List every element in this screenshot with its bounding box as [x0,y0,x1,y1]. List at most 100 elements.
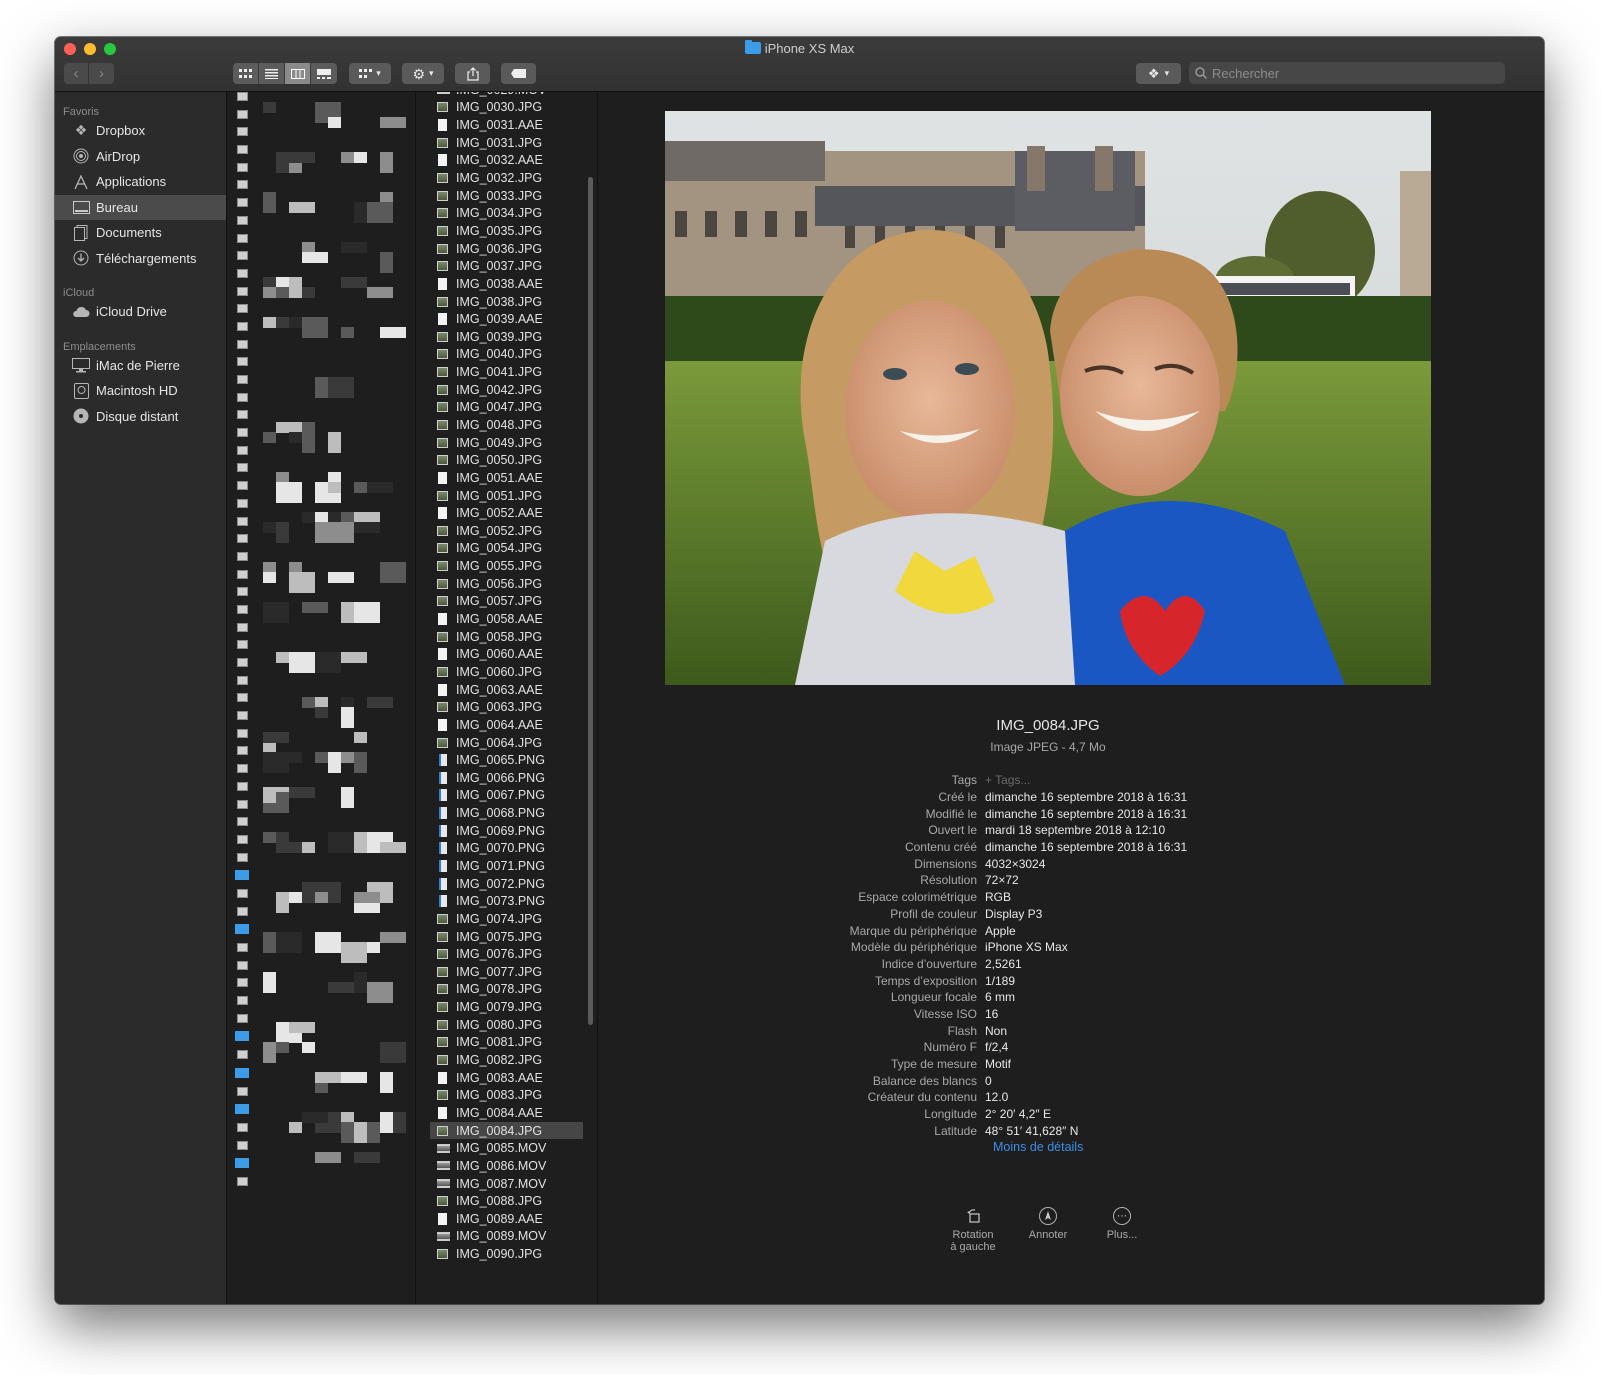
file-row[interactable]: IMG_0052.AAE [430,504,583,522]
file-row[interactable]: IMG_0031.JPG [430,134,583,152]
file-row[interactable]: IMG_0085.MOV [430,1139,583,1157]
file-row[interactable]: IMG_0074.JPG [430,910,583,928]
annotate-button[interactable]: Annoter [1013,1207,1083,1241]
less-details-link[interactable]: Moins de détails [993,1140,1083,1154]
file-row[interactable]: IMG_0089.MOV [430,1228,583,1246]
back-button[interactable]: ‹ [64,63,89,84]
file-row[interactable]: IMG_0076.JPG [430,945,583,963]
sidebar-item-bureau[interactable]: Bureau [55,194,226,220]
file-row[interactable]: IMG_0058.JPG [430,628,583,646]
file-row[interactable]: IMG_0035.JPG [430,222,583,240]
scrollbar-thumb[interactable] [588,177,593,1025]
tags-button[interactable] [501,63,536,84]
file-row[interactable]: IMG_0032.JPG [430,169,583,187]
file-row[interactable]: IMG_0032.AAE [430,152,583,170]
sidebar-item-imac[interactable]: iMac de Pierre [55,353,226,379]
search-input[interactable] [1212,65,1492,81]
file-row[interactable]: IMG_0058.AAE [430,610,583,628]
file-row[interactable]: IMG_0055.JPG [430,557,583,575]
sidebar-item-macintosh-hd[interactable]: Macintosh HD [55,378,226,404]
file-row[interactable]: IMG_0054.JPG [430,540,583,558]
gallery-view-button[interactable] [311,63,337,84]
file-list-column[interactable]: IMG_0029.MOV IMG_0030.JPG IMG_0031.AAE IMG_… [430,92,600,1304]
rotate-left-button[interactable]: Rotation à gauche [938,1207,1008,1253]
file-row[interactable]: IMG_0071.PNG [430,857,583,875]
file-row[interactable]: IMG_0090.JPG [430,1245,583,1263]
file-row[interactable]: IMG_0038.AAE [430,275,583,293]
file-row[interactable]: IMG_0072.PNG [430,875,583,893]
file-row[interactable]: IMG_0039.AAE [430,310,583,328]
forward-button[interactable]: › [89,63,114,84]
file-row[interactable]: IMG_0038.JPG [430,293,583,311]
file-row[interactable]: IMG_0067.PNG [430,787,583,805]
file-row[interactable]: IMG_0082.JPG [430,1051,583,1069]
file-row[interactable]: IMG_0089.AAE [430,1210,583,1228]
share-button[interactable] [455,63,490,84]
file-row[interactable]: IMG_0034.JPG [430,204,583,222]
search-field[interactable] [1189,62,1505,84]
pixelated-block [263,572,276,583]
file-row[interactable]: IMG_0031.AAE [430,116,583,134]
sidebar-item-airdrop[interactable]: AirDrop [55,144,226,170]
file-row[interactable]: IMG_0077.JPG [430,963,583,981]
file-row[interactable]: IMG_0069.PNG [430,822,583,840]
file-thumbnail-icon [236,746,248,756]
tags-input[interactable]: + Tags... [985,773,1030,787]
file-row[interactable]: IMG_0049.JPG [430,434,583,452]
file-row[interactable]: IMG_0068.PNG [430,804,583,822]
file-row[interactable]: IMG_0051.JPG [430,487,583,505]
file-row[interactable]: IMG_0079.JPG [430,998,583,1016]
sidebar-item-downloads[interactable]: Téléchargements [55,246,226,272]
parent-folder-column[interactable] [228,92,416,1304]
file-row[interactable]: IMG_0080.JPG [430,1016,583,1034]
file-row[interactable]: IMG_0078.JPG [430,981,583,999]
file-row[interactable]: IMG_0051.AAE [430,469,583,487]
file-row[interactable]: IMG_0063.JPG [430,698,583,716]
more-button[interactable]: ⋯ Plus... [1087,1207,1157,1241]
file-row[interactable]: IMG_0087.MOV [430,1175,583,1193]
file-row[interactable]: IMG_0029.MOV [430,92,583,99]
file-row[interactable]: IMG_0088.JPG [430,1192,583,1210]
file-row[interactable]: IMG_0030.JPG [430,99,583,117]
file-row[interactable]: IMG_0081.JPG [430,1034,583,1052]
dropbox-button[interactable]: ❖ ▾ [1136,63,1181,84]
file-row[interactable]: IMG_0065.PNG [430,751,583,769]
icon-view-button[interactable] [233,63,259,84]
file-row[interactable]: IMG_0042.JPG [430,381,583,399]
file-row[interactable]: IMG_0052.JPG [430,522,583,540]
file-row[interactable]: IMG_0048.JPG [430,416,583,434]
sidebar-item-dropbox[interactable]: ❖ Dropbox [55,118,226,144]
file-row[interactable]: IMG_0084.AAE [430,1104,583,1122]
file-row[interactable]: IMG_0047.JPG [430,399,583,417]
file-row[interactable]: IMG_0063.AAE [430,681,583,699]
file-row[interactable]: IMG_0075.JPG [430,928,583,946]
sidebar-item-applications[interactable]: Applications [55,169,226,195]
file-row[interactable]: IMG_0057.JPG [430,593,583,611]
file-row[interactable]: IMG_0037.JPG [430,257,583,275]
file-row[interactable]: IMG_0086.MOV [430,1157,583,1175]
sidebar-item-icloud-drive[interactable]: iCloud Drive [55,299,226,325]
file-row[interactable]: IMG_0073.PNG [430,892,583,910]
file-row[interactable]: IMG_0084.JPG [430,1121,583,1140]
file-row[interactable]: IMG_0050.JPG [430,451,583,469]
action-button[interactable]: ⚙ ▾ [402,63,444,84]
sidebar-item-remote-disc[interactable]: Disque distant [55,404,226,430]
file-row[interactable]: IMG_0036.JPG [430,240,583,258]
group-by-button[interactable]: ▾ [349,63,391,84]
file-row[interactable]: IMG_0083.JPG [430,1087,583,1105]
file-row[interactable]: IMG_0056.JPG [430,575,583,593]
file-row[interactable]: IMG_0060.JPG [430,663,583,681]
column-view-button[interactable] [285,63,311,84]
file-row[interactable]: IMG_0060.AAE [430,646,583,664]
file-row[interactable]: IMG_0070.PNG [430,840,583,858]
file-row[interactable]: IMG_0064.JPG [430,734,583,752]
list-view-button[interactable] [259,63,285,84]
file-row[interactable]: IMG_0083.AAE [430,1069,583,1087]
file-row[interactable]: IMG_0041.JPG [430,363,583,381]
file-row[interactable]: IMG_0064.AAE [430,716,583,734]
file-row[interactable]: IMG_0040.JPG [430,346,583,364]
file-row[interactable]: IMG_0039.JPG [430,328,583,346]
file-row[interactable]: IMG_0033.JPG [430,187,583,205]
sidebar-item-documents[interactable]: Documents [55,220,226,246]
file-row[interactable]: IMG_0066.PNG [430,769,583,787]
